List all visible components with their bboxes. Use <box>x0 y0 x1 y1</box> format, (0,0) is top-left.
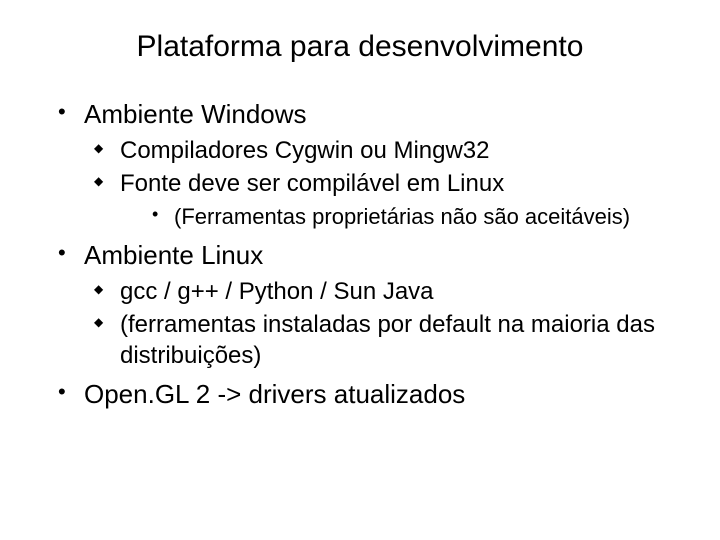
bullet-text: Compiladores Cygwin ou Mingw32 <box>120 137 490 164</box>
bullet-item-windows: Ambiente Windows Compiladores Cygwin ou … <box>40 98 680 231</box>
bullet-item-gcc: gcc / g++ / Python / Sun Java <box>84 276 680 307</box>
bullet-text: gcc / g++ / Python / Sun Java <box>120 278 434 305</box>
bullet-text: (Ferramentas proprietárias não são aceit… <box>174 204 630 229</box>
bullet-text: Ambiente Linux <box>84 240 263 270</box>
slide: Plataforma para desenvolvimento Ambiente… <box>0 0 720 540</box>
bullet-item-default-tools: (ferramentas instaladas por default na m… <box>84 309 680 371</box>
bullet-list-level2: gcc / g++ / Python / Sun Java (ferrament… <box>84 276 680 372</box>
bullet-text: Ambiente Windows <box>84 99 307 129</box>
bullet-list-level3: (Ferramentas proprietárias não são aceit… <box>120 203 680 232</box>
bullet-text: Open.GL 2 -> drivers atualizados <box>84 379 465 409</box>
slide-title: Plataforma para desenvolvimento <box>40 30 680 64</box>
bullet-item-source-linux: Fonte deve ser compilável em Linux (Ferr… <box>84 168 680 232</box>
bullet-text: Fonte deve ser compilável em Linux <box>120 170 504 197</box>
bullet-item-compilers: Compiladores Cygwin ou Mingw32 <box>84 135 680 166</box>
bullet-item-proprietary-tools: (Ferramentas proprietárias não são aceit… <box>120 203 680 232</box>
bullet-item-linux: Ambiente Linux gcc / g++ / Python / Sun … <box>40 239 680 371</box>
bullet-list-level2: Compiladores Cygwin ou Mingw32 Fonte dev… <box>84 135 680 232</box>
bullet-item-opengl: Open.GL 2 -> drivers atualizados <box>40 378 680 411</box>
bullet-list-level1: Ambiente Windows Compiladores Cygwin ou … <box>40 98 680 410</box>
bullet-text: (ferramentas instaladas por default na m… <box>120 311 655 369</box>
